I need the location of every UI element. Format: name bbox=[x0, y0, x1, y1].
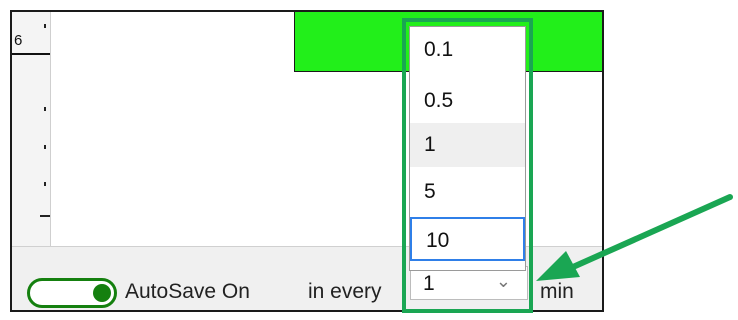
ruler-tick bbox=[44, 145, 46, 149]
autosave-label: AutoSave On bbox=[125, 280, 250, 303]
interval-prefix-label: in every bbox=[308, 280, 382, 303]
autosave-toggle[interactable] bbox=[27, 278, 117, 308]
ruler-tick bbox=[44, 107, 46, 111]
annotation-highlight-box bbox=[402, 18, 533, 313]
ruler-tick bbox=[44, 182, 46, 186]
ruler-tick bbox=[44, 24, 46, 28]
ruler-number: 6 bbox=[14, 32, 23, 49]
ruler-long-tick bbox=[40, 215, 50, 217]
interval-unit-label: min bbox=[540, 280, 574, 303]
vertical-ruler: 6 bbox=[12, 12, 51, 246]
ruler-marker bbox=[12, 53, 50, 55]
pointer-arrow-icon bbox=[536, 194, 733, 281]
toggle-knob bbox=[93, 284, 111, 302]
